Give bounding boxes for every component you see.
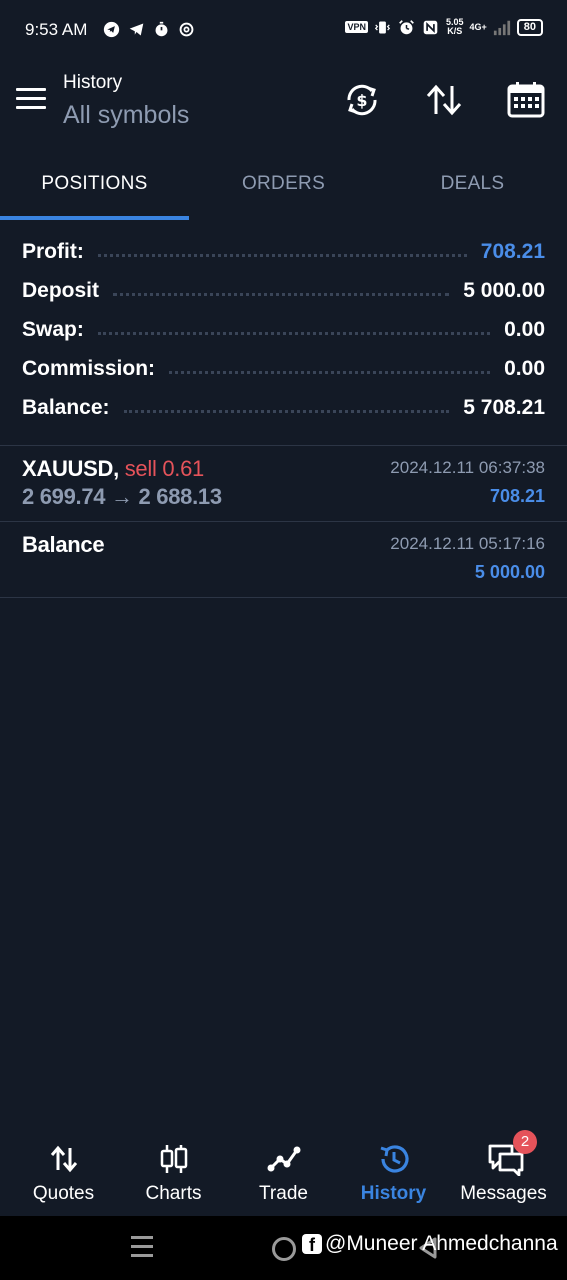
system-status-icons: VPN 5.05 K/S 4G+ 80	[345, 18, 543, 36]
notification-icons	[102, 20, 195, 38]
summary-row-commission: Commission: 0.00	[0, 349, 567, 388]
telegram-icon	[127, 20, 145, 38]
summary-value: 0.00	[504, 356, 545, 380]
summary-label: Balance:	[22, 395, 110, 419]
hamburger-icon	[16, 88, 46, 91]
divider	[0, 445, 567, 446]
summary-row-balance: Balance: 5 708.21	[0, 388, 567, 427]
history-tabs: POSITIONS ORDERS DEALS	[0, 150, 567, 222]
mt-history-screen: 9:53 AM VPN 5.05 K/S 4G+ 80 History All …	[0, 0, 567, 1280]
vibrate-icon	[374, 18, 392, 36]
nav-label: Trade	[259, 1183, 308, 1204]
dotted-leader	[97, 254, 467, 257]
calendar-icon[interactable]	[506, 80, 546, 120]
trade-line-icon	[267, 1142, 301, 1176]
summary-label: Deposit	[22, 278, 100, 302]
position-direction: sell 0.61	[124, 456, 205, 481]
alarm-icon	[398, 18, 416, 36]
candlestick-icon	[157, 1142, 191, 1176]
divider	[0, 521, 567, 522]
telegram-icon	[102, 20, 120, 38]
tab-positions[interactable]: POSITIONS	[0, 150, 189, 218]
nav-quotes[interactable]: Quotes	[7, 1132, 120, 1216]
signal-icon	[493, 18, 511, 36]
dotted-leader	[97, 332, 491, 335]
history-icon	[377, 1142, 411, 1176]
summary-label: Swap:	[22, 317, 84, 341]
status-bar: 9:53 AM VPN 5.05 K/S 4G+ 80	[0, 0, 567, 62]
position-profit: 5 000.00	[474, 562, 545, 582]
position-symbol: XAUUSD, sell 0.61	[22, 456, 205, 481]
nav-label: Charts	[145, 1183, 202, 1204]
summary-row-deposit: Deposit 5 000.00	[0, 271, 567, 310]
list-item[interactable]: Balance 2024.12.11 05:17:16 5 000.00	[0, 532, 567, 596]
position-prices: 2 699.74 → 2 688.13	[22, 484, 222, 509]
dotted-leader	[123, 410, 450, 413]
svg-text:$: $	[356, 91, 367, 110]
network-speed: 5.05 K/S	[445, 17, 464, 36]
system-navigation-bar: f @Muneer Ahmedchanna	[0, 1216, 567, 1280]
nav-messages[interactable]: 2 Messages	[447, 1130, 560, 1216]
timer-icon	[152, 20, 170, 38]
battery-indicator: 80	[516, 18, 543, 36]
position-date: 2024.12.11 05:17:16	[390, 534, 545, 553]
summary-panel: Profit: 708.21 Deposit 5 000.00 Swap: 0.…	[0, 232, 567, 427]
nav-label: Quotes	[32, 1183, 95, 1204]
summary-value: 5 000.00	[463, 278, 545, 302]
watermark-text: @Muneer Ahmedchanna	[325, 1232, 558, 1255]
menu-button[interactable]	[16, 88, 48, 114]
network-type: 4G+	[469, 22, 487, 32]
recents-button[interactable]	[131, 1236, 153, 1263]
nav-trade[interactable]: Trade	[227, 1132, 340, 1216]
unread-badge: 2	[513, 1130, 537, 1154]
summary-label: Commission:	[22, 356, 156, 380]
tab-orders[interactable]: ORDERS	[189, 150, 378, 218]
nav-history[interactable]: History	[337, 1132, 450, 1216]
summary-label: Profit:	[22, 239, 84, 263]
nfc-icon	[422, 18, 440, 36]
threads-icon	[177, 20, 195, 38]
summary-row-swap: Swap: 0.00	[0, 310, 567, 349]
vpn-badge: VPN	[345, 21, 368, 33]
position-profit: 708.21	[489, 486, 545, 506]
status-time: 9:53 AM	[25, 20, 88, 39]
dotted-leader	[169, 371, 491, 374]
dotted-leader	[113, 293, 450, 296]
nav-label: Messages	[460, 1183, 547, 1204]
nav-label: History	[360, 1183, 427, 1204]
facebook-icon: f	[302, 1234, 322, 1255]
summary-value: 708.21	[480, 239, 545, 263]
toolbar-title: History	[63, 72, 123, 93]
list-item[interactable]: XAUUSD, sell 0.61 2 699.74 → 2 688.13 20…	[0, 456, 567, 520]
active-tab-indicator	[0, 216, 189, 220]
symbol-filter[interactable]: All symbols	[63, 101, 189, 130]
home-button[interactable]	[272, 1237, 296, 1261]
quotes-icon	[47, 1142, 81, 1176]
summary-value: 5 708.21	[463, 395, 545, 419]
tab-deals[interactable]: DEALS	[378, 150, 567, 218]
summary-value: 0.00	[504, 317, 545, 341]
app-toolbar: History All symbols $	[0, 62, 567, 148]
position-date: 2024.12.11 06:37:38	[390, 458, 545, 477]
summary-row-profit: Profit: 708.21	[0, 232, 567, 271]
nav-charts[interactable]: Charts	[117, 1132, 230, 1216]
sync-currency-icon[interactable]: $	[342, 80, 382, 120]
watermark: f @Muneer Ahmedchanna	[302, 1232, 558, 1256]
sort-icon[interactable]	[424, 80, 464, 120]
divider	[0, 597, 567, 598]
bottom-navigation: Quotes Charts Trade History 2 Messages	[0, 1130, 567, 1216]
position-symbol: Balance	[22, 532, 105, 557]
